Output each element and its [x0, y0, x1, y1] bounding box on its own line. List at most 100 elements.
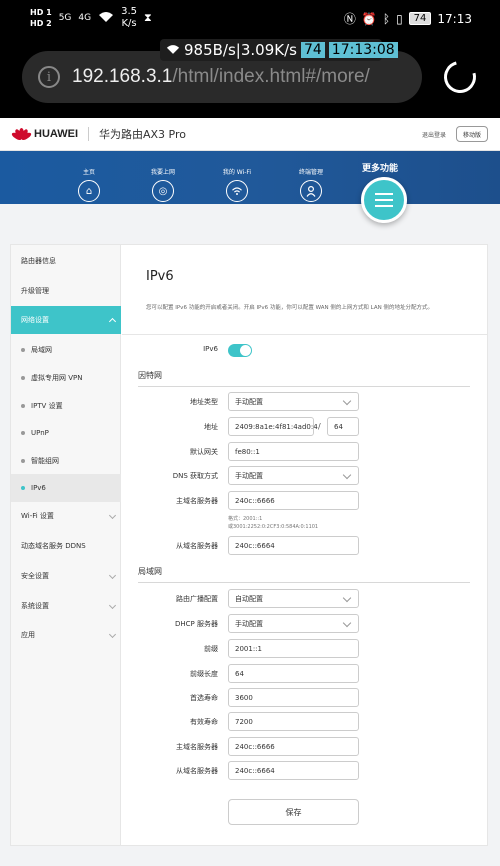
- sidebar-item-label: 应用: [21, 631, 35, 639]
- addr-type-label: 地址类型: [190, 398, 218, 406]
- sidebar-item-label: 路由器信息: [21, 257, 56, 265]
- dns-hint-line: 或3001:2252:0:2CF3:0:584A:0:1101: [228, 524, 319, 530]
- sidebar-item-upgrade[interactable]: 升级管理: [11, 277, 121, 305]
- gateway-label: 默认网关: [190, 448, 218, 456]
- router-header: HUAWEI 华为路由AX3 Pro 退出登录 移动版: [0, 118, 500, 151]
- preferred-lifetime-input[interactable]: 3600: [228, 688, 359, 707]
- nav-devices-label: 终端管理: [298, 169, 323, 176]
- lan-dns1-label: 主域名服务器: [176, 743, 218, 751]
- sidebar-item-mesh[interactable]: 智能组网: [11, 447, 121, 475]
- addr-type-value: 手动配置: [235, 397, 263, 406]
- preferred-lifetime-label: 首选寿命: [190, 694, 218, 702]
- sidebar-item-label: IPTV 设置: [31, 402, 63, 410]
- valid-lifetime-input[interactable]: 7200: [228, 712, 359, 731]
- sidebar-item-apps[interactable]: 应用: [11, 621, 121, 649]
- sidebar-item-lan[interactable]: 局域网: [11, 336, 121, 364]
- dns-mode-label: DNS 获取方式: [172, 472, 218, 480]
- logout-link[interactable]: 退出登录: [422, 130, 446, 139]
- dhcp-select[interactable]: 手动配置: [228, 614, 359, 633]
- more-functions-button[interactable]: [361, 177, 407, 223]
- wan-prefix-length-input[interactable]: 64: [327, 417, 359, 436]
- valid-lifetime-label: 有效寿命: [190, 718, 218, 726]
- gateway-input[interactable]: fe80::1: [228, 442, 359, 461]
- valid-lifetime-value: 7200: [235, 717, 253, 726]
- alarm-icon: ⏰: [361, 11, 377, 26]
- hd2-label: HD 2: [30, 19, 52, 28]
- home-icon: ⌂: [78, 180, 100, 202]
- prefix-length-input[interactable]: 64: [228, 664, 359, 683]
- wan-dns2-input[interactable]: 240c::6664: [228, 536, 359, 555]
- dns-format-hint: 格式：2001::1 或3001:2252:0:2CF3:0:584A:0:11…: [228, 515, 318, 531]
- ra-select[interactable]: 自动配置: [228, 589, 359, 608]
- chevron-down-icon: [108, 571, 117, 580]
- sidebar-item-ddns[interactable]: 动态域名服务 DDNS: [11, 532, 121, 560]
- sidebar-item-network-settings[interactable]: 网络设置: [11, 306, 121, 334]
- wan-section-title: 因特网: [138, 371, 162, 380]
- lan-dns2-value: 240c::6664: [235, 766, 275, 775]
- ipv6-content: IPv6 您可以配置 IPv6 功能的开启或者关闭。开启 IPv6 功能，你可以…: [122, 245, 488, 845]
- sidebar-item-ipv6[interactable]: IPv6: [11, 474, 121, 502]
- sidebar-item-label: 系统设置: [21, 602, 49, 610]
- bullet-icon: [21, 431, 25, 435]
- sidebar-item-label: Wi-Fi 设置: [21, 512, 54, 520]
- nfc-icon: Ⓝ: [343, 12, 356, 26]
- sidebar-item-label: UPnP: [31, 429, 49, 437]
- bullet-icon: [21, 376, 25, 380]
- huawei-flower-icon: [10, 127, 33, 142]
- dns-hint-line: 格式：2001::1: [228, 516, 263, 522]
- mobile-version-button[interactable]: 移动版: [456, 126, 488, 142]
- sidebar-item-vpn[interactable]: 虚拟专用网 VPN: [11, 364, 121, 392]
- nav-internet-label: 我要上网: [150, 169, 175, 176]
- prefix-input[interactable]: 2001::1: [228, 639, 359, 658]
- nav-internet[interactable]: 我要上网 ◎: [133, 167, 193, 202]
- addr-type-select[interactable]: 手动配置: [228, 392, 359, 411]
- sidebar-item-label: 安全设置: [21, 572, 49, 580]
- save-button[interactable]: 保存: [228, 799, 359, 825]
- bullet-icon: [21, 459, 25, 463]
- sidebar-item-system[interactable]: 系统设置: [11, 592, 121, 620]
- lan-dns1-input[interactable]: 240c::6666: [228, 737, 359, 756]
- address-input[interactable]: 2409:8a1e:4f81:4ad0:4: [228, 417, 318, 436]
- bluetooth-icon: ᛒ: [382, 11, 391, 26]
- overlay-time: 17:13:08: [328, 42, 398, 58]
- lan-section-title: 局域网: [138, 567, 162, 576]
- wan-dns1-input[interactable]: 240c::6666: [228, 491, 359, 510]
- url-path: /html/index.html#/more/: [172, 66, 370, 87]
- signal-5g-icon: 5G: [58, 13, 72, 23]
- reload-icon[interactable]: [438, 55, 482, 99]
- hd1-label: HD 1: [30, 8, 52, 17]
- nav-devices[interactable]: 终端管理: [281, 167, 341, 202]
- nav-wifi[interactable]: 我的 Wi-Fi: [207, 167, 267, 202]
- nav-home[interactable]: 主页 ⌂: [59, 167, 119, 202]
- sidebar-item-iptv[interactable]: IPTV 设置: [11, 392, 121, 420]
- gateway-value: fe80::1: [235, 447, 260, 456]
- sidebar-item-upnp[interactable]: UPnP: [11, 419, 121, 447]
- wifi-overlay-icon: [166, 41, 180, 59]
- phone-status-bar: HD 1 HD 2 5G 4G 3.5 K/s ⧗ Ⓝ ⏰ ᛒ ▯ 74 17:…: [0, 0, 500, 38]
- main-nav: 主页 ⌂ 我要上网 ◎ 我的 Wi-Fi 终端管理 更多功能: [0, 151, 500, 223]
- chevron-up-icon: [108, 317, 117, 326]
- preferred-lifetime-value: 3600: [235, 693, 253, 702]
- lan-dns2-label: 从域名服务器: [176, 767, 218, 775]
- dhcp-label: DHCP 服务器: [175, 620, 218, 628]
- signal-4g-icon: 4G: [78, 13, 92, 23]
- url-host: 192.168.3.1: [72, 66, 173, 87]
- wan-dns1-value: 240c::6666: [235, 496, 275, 505]
- overlay-battery-badge: 74: [300, 42, 325, 58]
- wan-prefix-length-value: 64: [334, 422, 343, 431]
- sidebar-item-security[interactable]: 安全设置: [11, 562, 121, 590]
- sidebar-item-wifi-settings[interactable]: Wi-Fi 设置: [11, 502, 121, 530]
- prefix-length-label: 前缀长度: [190, 670, 218, 678]
- header-divider: [88, 127, 89, 141]
- huawei-logo: HUAWEI 华为路由AX3 Pro: [10, 126, 186, 142]
- dns-mode-select[interactable]: 手动配置: [228, 466, 359, 485]
- sidebar-item-router-info[interactable]: 路由器信息: [11, 247, 121, 275]
- ra-value: 自动配置: [235, 594, 263, 603]
- toggle-knob: [240, 345, 251, 356]
- address-value: 2409:8a1e:4f81:4ad0:4: [235, 422, 318, 431]
- lan-dns2-input[interactable]: 240c::6664: [228, 761, 359, 780]
- info-icon[interactable]: i: [38, 66, 60, 88]
- url-text[interactable]: 192.168.3.1/html/index.html#/more/: [72, 66, 370, 88]
- wan-dns2-value: 240c::6664: [235, 541, 275, 550]
- ipv6-toggle[interactable]: [228, 344, 252, 357]
